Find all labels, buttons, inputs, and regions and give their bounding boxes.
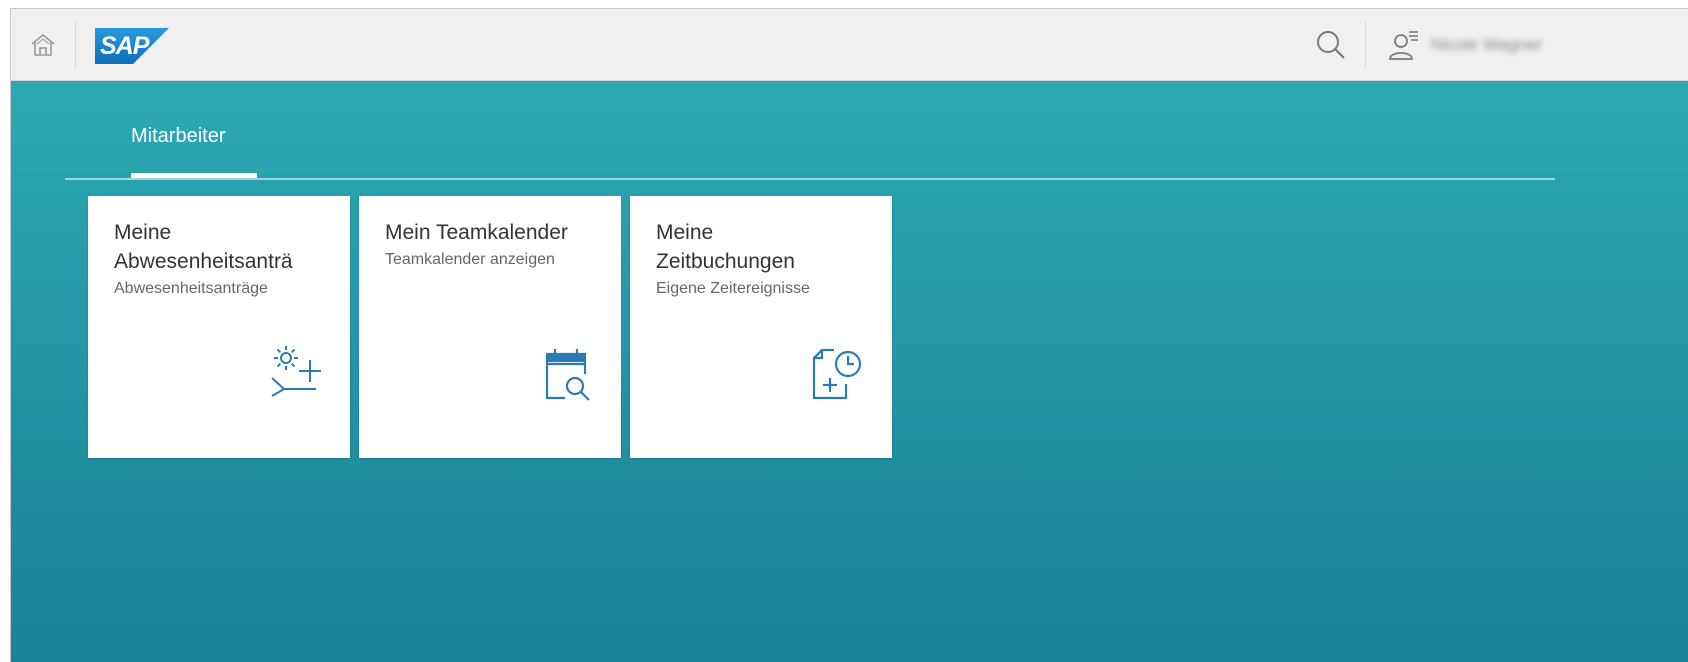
tile-time-entries[interactable]: Meine Zeitbuchungen Eigene Zeitereigniss… <box>630 196 892 458</box>
home-button[interactable] <box>11 9 75 80</box>
tab-bar-divider <box>65 178 1555 180</box>
leave-request-icon <box>266 344 326 409</box>
tab-label: Mitarbeiter <box>131 125 226 147</box>
tile-title-line: Meine <box>656 221 714 244</box>
tile-team-calendar[interactable]: Mein Teamkalender Teamkalender anzeigen <box>359 196 621 458</box>
tile-subtitle: Teamkalender anzeigen <box>385 251 555 268</box>
tile-title: Meine Zeitbuchungen <box>656 218 872 276</box>
tile-subtitle: Abwesenheitsanträge <box>114 280 268 297</box>
tile-title: Mein Teamkalender <box>385 218 601 247</box>
tile-subtitle: Eigene Zeitereignisse <box>656 280 810 297</box>
user-name[interactable]: Nicole Wagner <box>1431 35 1571 55</box>
tile-title-line: Meine <box>114 221 172 244</box>
tile-title-line: Zeitbuchungen <box>656 250 795 273</box>
tile-absence-requests[interactable]: Meine Abwesenheitsanträ Abwesenheitsantr… <box>88 196 350 458</box>
user-name-text: Nicole Wagner <box>1431 35 1542 54</box>
time-entry-icon <box>808 344 868 409</box>
app-window: SAP Nicole Wagner Mitarbeiter Meine Abwe… <box>10 8 1688 662</box>
search-icon <box>1317 31 1345 59</box>
tab-mitarbeiter[interactable]: Mitarbeiter <box>131 117 257 181</box>
launchpad-content: Mitarbeiter Meine Abwesenheitsanträ Abwe… <box>11 81 1688 662</box>
shell-separator <box>75 21 76 69</box>
tile-title: Meine Abwesenheitsanträ <box>114 218 330 276</box>
user-settings-icon <box>1389 31 1418 60</box>
tile-title-line: Abwesenheitsanträ <box>114 250 293 273</box>
calendar-search-icon <box>537 344 597 409</box>
tile-title-line: Mein Teamkalender <box>385 221 568 244</box>
home-icon <box>31 33 55 56</box>
shell-separator <box>1365 21 1366 69</box>
user-menu-button[interactable] <box>1385 23 1425 67</box>
sap-logo-text: SAP <box>100 32 149 60</box>
sap-logo[interactable]: SAP <box>95 28 169 64</box>
shell-bar: SAP Nicole Wagner <box>11 9 1688 81</box>
search-button[interactable] <box>1311 25 1351 65</box>
